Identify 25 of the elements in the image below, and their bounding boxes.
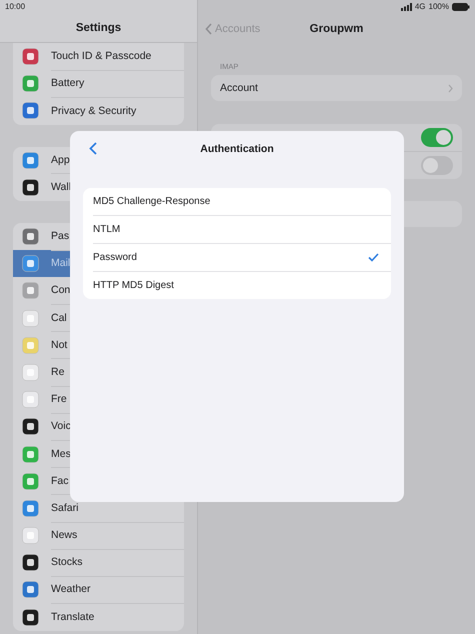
item-label: Con: [51, 284, 70, 296]
item-label: Re: [51, 366, 64, 378]
page-title: Groupwm: [310, 23, 364, 35]
battery-percent: 100%: [428, 2, 449, 11]
item-label: Touch ID & Passcode: [51, 50, 152, 62]
item-label: Privacy & Security: [51, 104, 136, 117]
item-label: Weather: [51, 583, 90, 596]
item-label: Fre: [51, 393, 67, 406]
sheet-title: Authentication: [200, 142, 274, 154]
item-label: Mes: [51, 448, 71, 460]
item-label: Not: [51, 338, 68, 351]
item-label: Cal: [51, 312, 67, 324]
network-label: 4G: [414, 2, 426, 11]
item-label: Battery: [51, 77, 84, 90]
item-label: Fac: [51, 474, 69, 487]
status-time: 10:00: [5, 2, 26, 11]
item-label: App: [51, 154, 70, 166]
sidebar-title: Settings: [76, 22, 122, 34]
item-label: Safari: [51, 502, 78, 514]
item-label: Mail: [51, 257, 70, 270]
item-label: News: [51, 529, 78, 542]
item-label: Stocks: [51, 556, 83, 568]
item-label: Translate: [51, 611, 94, 624]
item-label: Pas: [51, 230, 70, 242]
item-label: Voic: [51, 420, 71, 432]
